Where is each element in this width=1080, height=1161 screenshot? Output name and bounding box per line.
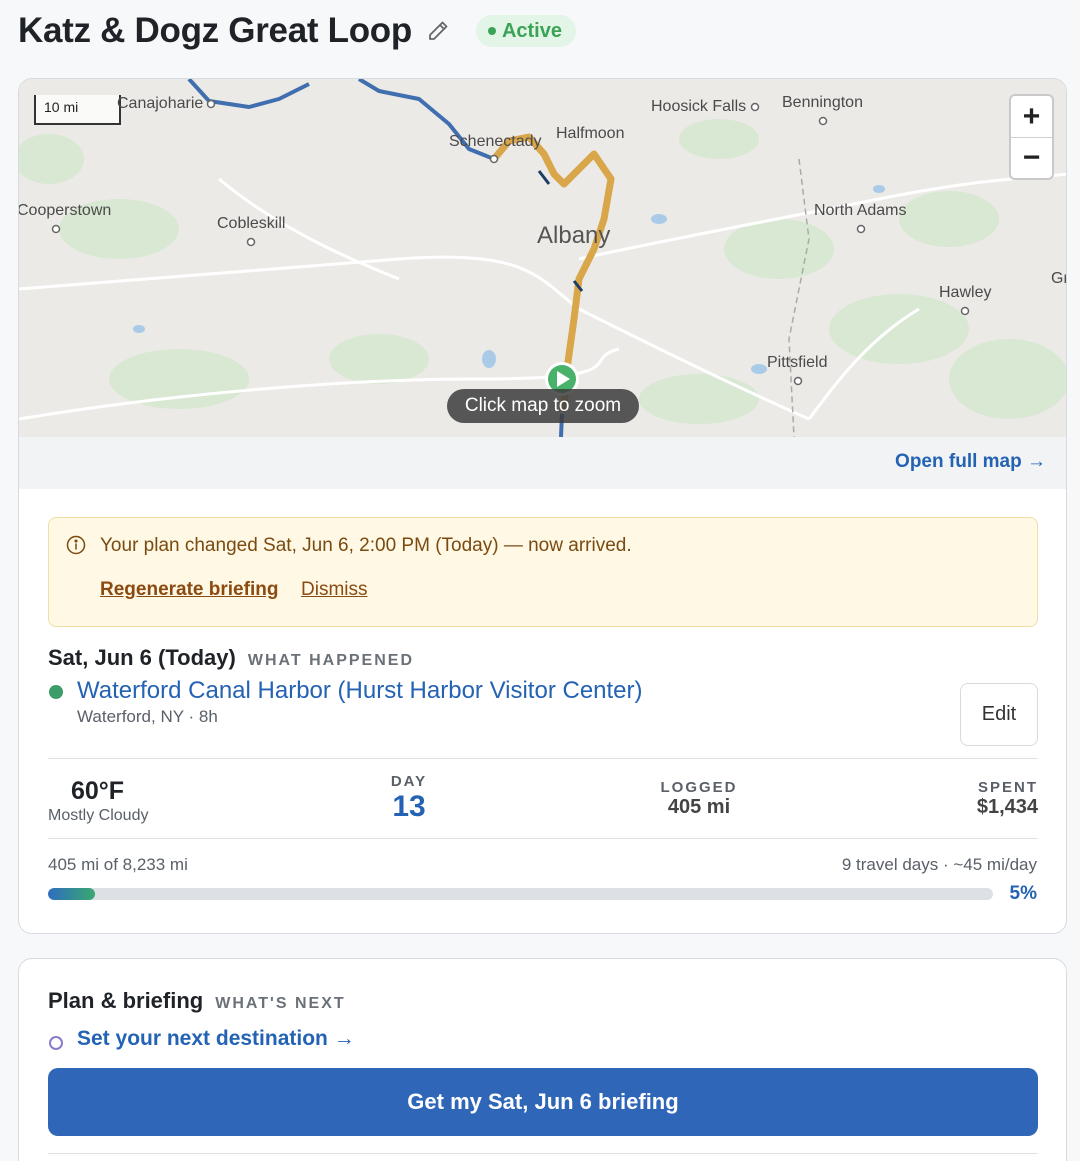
today-heading: Sat, Jun 6 (Today) WHAT HAPPENED — [48, 645, 414, 671]
whats-next-caption: WHAT'S NEXT — [215, 995, 346, 1012]
plan-title: Plan & briefing — [48, 988, 204, 1013]
map-scale: 10 mi — [34, 95, 121, 125]
logged-value: 405 mi — [667, 796, 731, 818]
what-happened-caption: WHAT HAPPENED — [247, 652, 414, 669]
status-dot — [487, 27, 496, 35]
info-icon — [66, 535, 86, 555]
divider — [48, 1153, 1038, 1154]
map-background — [19, 79, 1066, 437]
plan-changed-notice: Your plan changed Sat, Jun 6, 2:00 PM (T… — [48, 517, 1038, 627]
plan-briefing-card: Plan & briefing WHAT'S NEXT Set your nex… — [18, 958, 1067, 1161]
day-value: 13 — [392, 790, 426, 823]
spent-caption: SPENT — [977, 779, 1038, 796]
trip-overview-card: 10 mi Canajoharie Hoosick Falls Benningt… — [18, 78, 1067, 934]
weather-condition: Mostly Cloudy — [48, 807, 149, 824]
regenerate-briefing-link[interactable]: Regenerate briefing — [100, 579, 278, 601]
route-map[interactable]: 10 mi Canajoharie Hoosick Falls Benningt… — [19, 79, 1066, 437]
divider — [48, 838, 1038, 839]
zoom-control: + − — [1009, 94, 1054, 180]
place-label-schenectady: Schenectady — [449, 133, 542, 150]
map-footer: Open full map → — [19, 437, 1066, 489]
divider — [48, 758, 1038, 759]
stop-status-dot — [49, 685, 63, 699]
stop-location: Waterford, NY · 8h — [77, 707, 218, 726]
travel-pace-text: 9 travel days · ~45 mi/day — [841, 855, 1037, 874]
logged-stat: LOGGED 405 mi — [639, 779, 759, 819]
page-header: Katz & Dogz Great Loop Active — [18, 8, 576, 54]
zoom-out-button[interactable]: − — [1011, 137, 1052, 178]
edit-stop-button[interactable]: Edit — [960, 683, 1038, 746]
logged-caption: LOGGED — [660, 779, 738, 796]
temperature: 60°F — [71, 777, 125, 805]
today-date: Sat, Jun 6 (Today) — [48, 645, 236, 670]
place-label-halfmoon: Halfmoon — [556, 125, 625, 142]
next-destination-ring-icon — [49, 1036, 63, 1050]
status-label: Active — [501, 19, 562, 42]
place-label-canajoharie: Canajoharie — [117, 95, 204, 112]
spent-value: $1,434 — [976, 796, 1038, 818]
notice-message: Your plan changed Sat, Jun 6, 2:00 PM (T… — [100, 535, 632, 556]
place-label-hawley: Hawley — [939, 284, 992, 301]
day-caption: DAY — [390, 773, 428, 790]
trip-title: Katz & Dogz Great Loop — [18, 11, 412, 50]
place-label-cooperstown: Cooperstown — [19, 202, 112, 219]
place-label-albany: Albany — [537, 222, 611, 249]
set-next-destination-link[interactable]: Set your next destination → — [77, 1027, 355, 1051]
status-badge: Active — [475, 15, 576, 47]
place-label-bennington: Bennington — [782, 94, 863, 111]
place-label-edge-right: Gr — [1051, 270, 1066, 287]
dismiss-link[interactable]: Dismiss — [301, 579, 368, 601]
place-label-north-adams: North Adams — [814, 202, 907, 219]
stop-name-link[interactable]: Waterford Canal Harbor (Hurst Harbor Vis… — [77, 677, 643, 705]
place-label-hoosick-falls: Hoosick Falls — [651, 98, 747, 115]
place-label-pittsfield: Pittsfield — [767, 354, 828, 371]
progress-bar — [48, 888, 993, 900]
progress-fill — [48, 888, 96, 900]
pencil-icon[interactable] — [424, 17, 452, 45]
zoom-in-button[interactable]: + — [1011, 96, 1052, 137]
plan-heading: Plan & briefing WHAT'S NEXT — [48, 988, 346, 1014]
distance-progress-text: 405 mi of 8,233 mi — [48, 855, 188, 874]
open-full-map-link[interactable]: Open full map → — [895, 451, 1046, 473]
day-stat: DAY 13 — [369, 773, 449, 824]
progress-percent: 5% — [1009, 883, 1037, 904]
place-label-cobleskill: Cobleskill — [217, 215, 286, 232]
get-briefing-button[interactable]: Get my Sat, Jun 6 briefing — [48, 1068, 1038, 1136]
click-to-zoom-hint: Click map to zoom — [447, 389, 639, 423]
spent-stat: SPENT $1,434 — [919, 779, 1038, 819]
